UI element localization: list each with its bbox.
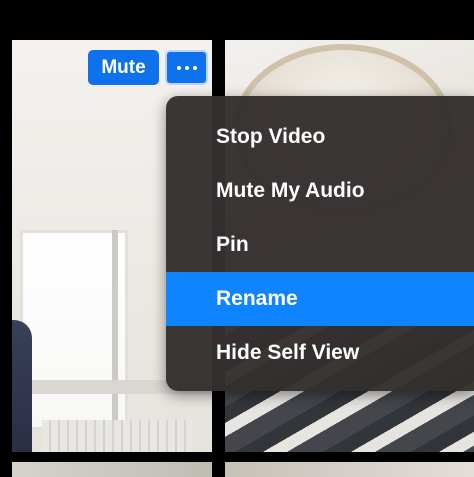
background-radiator — [42, 420, 192, 452]
mute-button[interactable]: Mute — [88, 50, 159, 85]
more-options-button[interactable] — [165, 50, 208, 85]
participant-context-menu: Stop Video Mute My Audio Pin Rename Hide… — [166, 96, 474, 391]
menu-item-hide-self-view[interactable]: Hide Self View — [166, 326, 474, 380]
menu-item-label: Hide Self View — [216, 341, 360, 364]
menu-item-pin[interactable]: Pin — [166, 218, 474, 272]
menu-item-label: Pin — [216, 233, 249, 256]
participant-arm — [12, 320, 32, 452]
video-gallery: Mute Stop Video Mute My Audio Pin Rename… — [0, 0, 474, 477]
background-window-frame — [112, 230, 118, 430]
menu-item-label: Rename — [216, 287, 298, 310]
video-tile-bottom-right — [225, 462, 474, 477]
menu-item-stop-video[interactable]: Stop Video — [166, 110, 474, 164]
menu-item-mute-my-audio[interactable]: Mute My Audio — [166, 164, 474, 218]
menu-item-label: Mute My Audio — [216, 179, 365, 202]
ellipsis-horizontal-icon — [176, 65, 197, 70]
video-tile-bottom-left — [12, 462, 212, 477]
menu-item-rename[interactable]: Rename — [166, 272, 474, 326]
menu-item-label: Stop Video — [216, 125, 326, 148]
